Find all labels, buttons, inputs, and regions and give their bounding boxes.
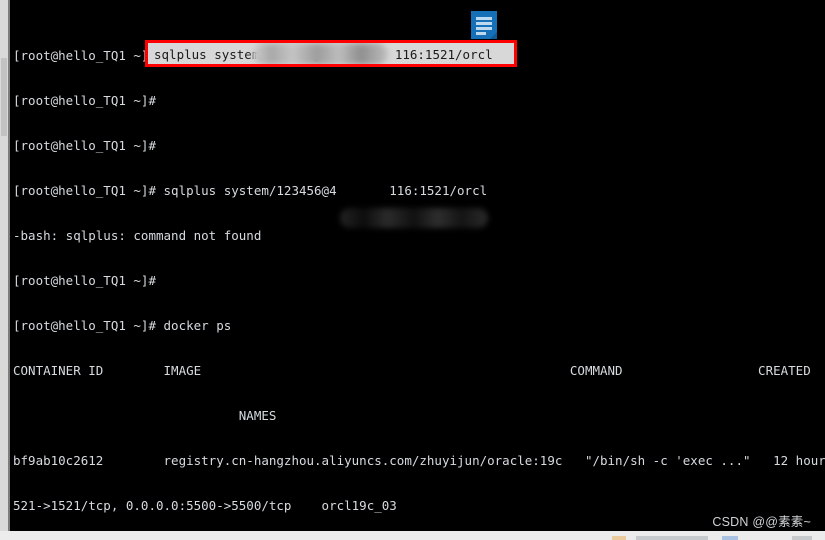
redaction-blur-terminal — [340, 208, 488, 228]
scrollbar-thumb[interactable] — [1, 58, 7, 136]
document-icon[interactable] — [471, 11, 497, 39]
terminal-line-docker-ps: [root@hello_TQ1 ~]# docker ps — [13, 318, 232, 333]
screenshot-root: [root@hello_TQ1 ~]# [root@hello_TQ1 ~]# … — [0, 0, 825, 540]
docker-ps-row: bf9ab10c2612 registry.cn-hangzhou.aliyun… — [13, 453, 825, 468]
terminal-line: [root@hello_TQ1 ~]# — [13, 273, 156, 288]
terminal-line: [root@hello_TQ1 ~]# — [13, 93, 156, 108]
terminal-window[interactable]: [root@hello_TQ1 ~]# [root@hello_TQ1 ~]# … — [10, 0, 825, 531]
highlight-annotation-box: sqlplus system/123456@4 116:1521/orcl — [145, 40, 517, 67]
page-scroll-gutter[interactable] — [0, 0, 8, 531]
terminal-line: [root@hello_TQ1 ~]# — [13, 138, 156, 153]
terminal-line-error: -bash: sqlplus: command not found — [13, 228, 262, 243]
csdn-watermark: CSDN @@素素~ — [712, 515, 811, 529]
redaction-blur-annotation — [252, 43, 388, 64]
page-bottom-cutoff-ui — [612, 536, 812, 540]
docker-ps-header-names: NAMES — [13, 408, 277, 423]
docker-ps-row-ports: 521->1521/tcp, 0.0.0.0:5500->5500/tcp or… — [13, 498, 397, 513]
terminal-line-sqlplus-attempt: [root@hello_TQ1 ~]# sqlplus system/12345… — [13, 183, 488, 198]
docker-ps-header: CONTAINER ID IMAGE COMMAND CREATED — [13, 363, 811, 378]
